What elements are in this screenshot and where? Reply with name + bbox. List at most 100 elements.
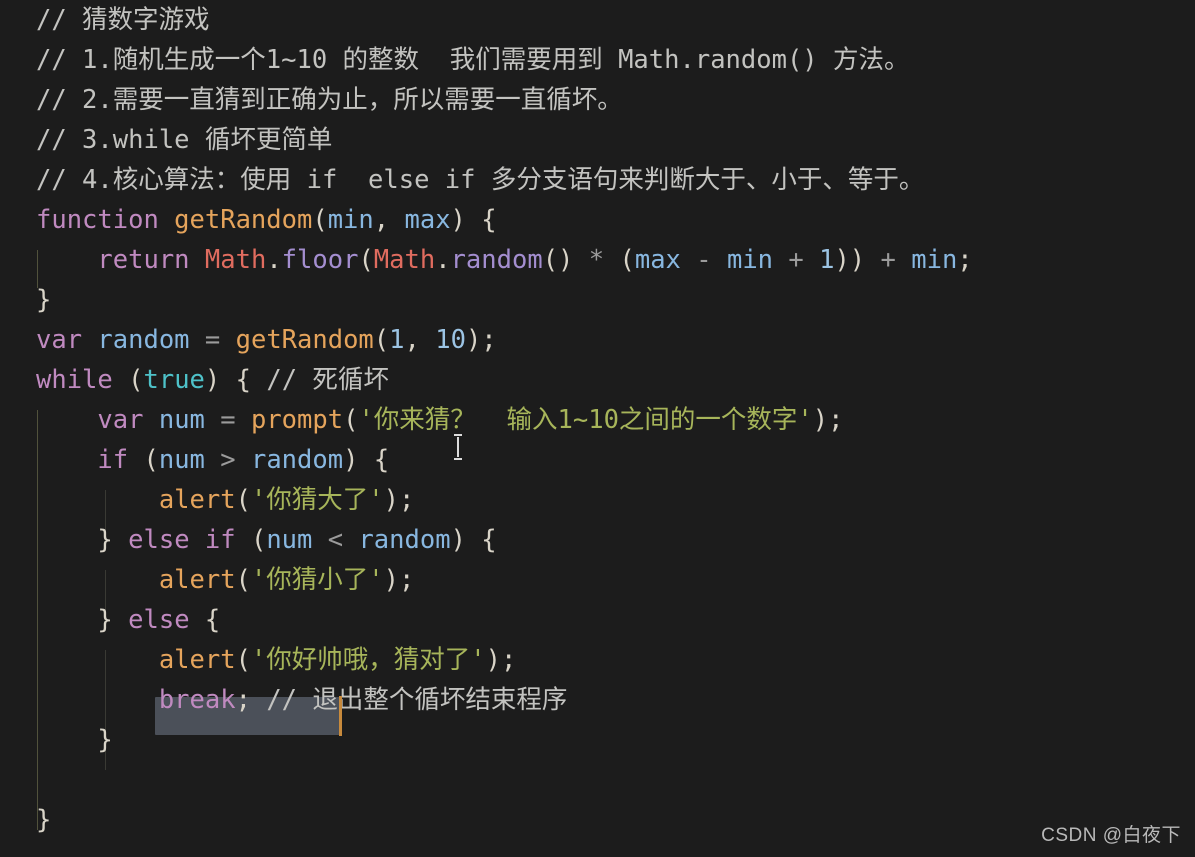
code-token-punct: (: [128, 365, 144, 395]
code-token-param: num: [158, 405, 205, 435]
code-token-punct: ): [343, 445, 374, 475]
code-token-keyword: else if: [128, 525, 251, 555]
code-token-func: alert: [158, 485, 236, 515]
code-token-op: *: [588, 245, 605, 275]
code-token-keyword: var: [97, 405, 159, 435]
code-token-punct: }: [97, 605, 129, 635]
code-token-punct: {: [481, 205, 497, 235]
code-line[interactable]: [0, 760, 1195, 800]
code-line[interactable]: var random = getRandom(1, 10);: [0, 320, 1195, 360]
code-token-func: alert: [158, 565, 236, 595]
code-token-builtin: Math: [204, 245, 267, 275]
code-line[interactable]: // 4.核心算法：使用 if else if 多分支语句来判断大于、小于、等于…: [0, 160, 1195, 200]
code-token-punct: ): [450, 205, 482, 235]
code-token-op: +: [773, 245, 820, 275]
code-token-punct: }: [36, 285, 52, 315]
code-token-op: =: [204, 405, 251, 435]
code-token-op: <: [312, 525, 359, 555]
code-token-keyword: var: [36, 325, 98, 355]
code-line[interactable]: break; // 退出整个循坏结束程序: [0, 680, 1195, 720]
code-token-param: random: [358, 525, 451, 555]
code-token-number: 10: [435, 325, 466, 355]
code-token-bool: true: [143, 365, 205, 395]
code-token-comment: // 猜数字游戏: [36, 5, 210, 35]
code-token-comment: // 3.while 循坏更简单: [36, 125, 333, 155]
code-line[interactable]: function getRandom(min, max) {: [0, 200, 1195, 240]
code-token-param: num: [158, 445, 205, 475]
code-token-punct: (: [235, 565, 251, 595]
code-token-keyword: break: [158, 685, 236, 715]
code-token-param: min: [327, 205, 374, 235]
code-line[interactable]: } else {: [0, 600, 1195, 640]
code-line[interactable]: var num = prompt('你来猜？ 输入1~10之间的一个数字');: [0, 400, 1195, 440]
code-token-punct: }: [97, 525, 129, 555]
code-token-number: 1: [389, 325, 405, 355]
code-editor[interactable]: // 猜数字游戏 // 1.随机生成一个1~10 的整数 我们需要用到 Math.…: [0, 0, 1195, 857]
code-token-builtin: Math: [373, 245, 436, 275]
code-token-punct: );: [465, 325, 497, 355]
code-line[interactable]: if (num > random) {: [0, 440, 1195, 480]
code-line[interactable]: }: [0, 280, 1195, 320]
code-token-func: alert: [158, 645, 236, 675]
code-token-punct: }: [97, 725, 113, 755]
code-surface[interactable]: // 猜数字游戏 // 1.随机生成一个1~10 的整数 我们需要用到 Math.…: [0, 0, 1195, 857]
code-token-punct: .: [435, 245, 451, 275]
code-line[interactable]: } else if (num < random) {: [0, 520, 1195, 560]
code-token-string: '你猜小了': [250, 565, 384, 595]
code-line[interactable]: alert('你好帅哦，猜对了');: [0, 640, 1195, 680]
code-line[interactable]: // 1.随机生成一个1~10 的整数 我们需要用到 Math.random()…: [0, 40, 1195, 80]
code-token-op: +: [880, 245, 912, 275]
code-token-op: -: [680, 245, 727, 275]
code-line[interactable]: return Math.floor(Math.random() * (max -…: [0, 240, 1195, 280]
code-token-keyword: else: [128, 605, 205, 635]
code-token-punct: );: [383, 565, 415, 595]
code-token-punct: (: [373, 325, 390, 355]
code-token-punct: ,: [404, 325, 436, 355]
code-line[interactable]: alert('你猜大了');: [0, 480, 1195, 520]
code-line[interactable]: // 3.while 循坏更简单: [0, 120, 1195, 160]
code-token-punct: (): [542, 245, 589, 275]
code-line[interactable]: while (true) { // 死循坏: [0, 360, 1195, 400]
code-line[interactable]: // 猜数字游戏: [0, 0, 1195, 40]
code-token-punct: (: [604, 245, 635, 275]
code-token-punct: ): [204, 365, 236, 395]
code-token-func: getRandom: [174, 205, 313, 235]
code-token-punct: (: [235, 645, 251, 675]
code-token-comment: // 4.核心算法：使用 if else if 多分支语句来判断大于、小于、等于…: [36, 165, 925, 195]
code-token-comment: 退出整个循坏结束程序: [312, 685, 568, 715]
code-token-comment: // 死循坏: [266, 365, 389, 395]
code-token-op: >: [204, 445, 251, 475]
code-token-punct: (: [312, 205, 328, 235]
code-token-punct: }: [36, 805, 52, 835]
code-token-string: '你来猜？ 输入1~10之间的一个数字': [358, 405, 813, 435]
code-token-punct: (: [143, 445, 159, 475]
code-token-punct: ,: [373, 205, 405, 235]
code-token-param: max: [634, 245, 681, 275]
code-line[interactable]: }: [0, 800, 1195, 840]
text-caret: [339, 696, 342, 736]
code-token-punct: ;: [235, 685, 267, 715]
code-token-punct: ;: [957, 245, 973, 275]
code-token-number: 1: [819, 245, 835, 275]
code-token-param: min: [911, 245, 958, 275]
code-token-keyword: return: [97, 245, 205, 275]
code-line[interactable]: // 2.需要一直猜到正确为止，所以需要一直循坏。: [0, 80, 1195, 120]
code-token-punct: {: [235, 365, 267, 395]
code-line[interactable]: }: [0, 720, 1195, 760]
code-token-comment: // 1.随机生成一个1~10 的整数 我们需要用到 Math.random()…: [36, 45, 910, 75]
code-token-keyword: while: [36, 365, 129, 395]
code-token-punct: )): [834, 245, 881, 275]
code-token-method: floor: [281, 245, 359, 275]
code-token-punct: {: [481, 525, 497, 555]
code-token-string: '你好帅哦，猜对了': [250, 645, 486, 675]
code-line[interactable]: alert('你猜小了');: [0, 560, 1195, 600]
